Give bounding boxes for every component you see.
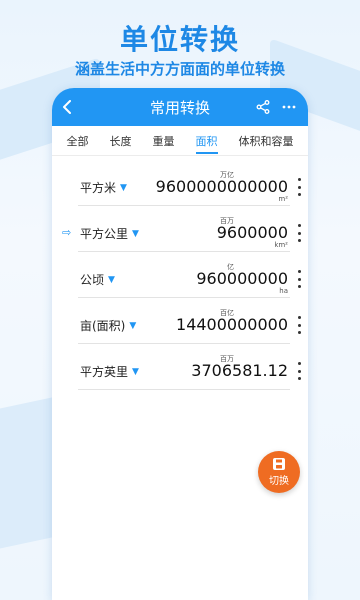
- phone-frame: 常用转换 全部 长度 重量 面积 体积和容量 平方米 ▼ 万亿 96000000…: [52, 88, 308, 600]
- more-horizontal-icon: [282, 105, 296, 109]
- chevron-left-icon: [63, 100, 71, 114]
- row-more-button[interactable]: [294, 178, 304, 196]
- unit-selector[interactable]: 平方英里 ▼: [80, 363, 139, 380]
- unit-label: 亩(面积): [80, 319, 126, 333]
- conversion-row-square-kilometer: ⇨ 平方公里 ▼ 百万 9600000 km²: [62, 206, 301, 252]
- unit-symbol: m²: [278, 195, 288, 203]
- fab-label: 切换: [269, 476, 289, 487]
- caret-down-icon: ▼: [129, 320, 137, 331]
- tab-volume[interactable]: 体积和容量: [237, 127, 296, 155]
- tab-length[interactable]: 长度: [108, 127, 134, 155]
- unit-symbol: ha: [279, 287, 288, 295]
- unit-selector[interactable]: 平方公里 ▼: [80, 225, 139, 242]
- tab-all[interactable]: 全部: [65, 127, 91, 155]
- back-button[interactable]: [52, 88, 82, 126]
- unit-selector[interactable]: 公顷 ▼: [80, 271, 115, 288]
- row-more-button[interactable]: [294, 362, 304, 380]
- unit-label: 平方公里: [80, 227, 129, 241]
- more-vertical-icon: [297, 362, 301, 365]
- more-vertical-icon: [297, 316, 301, 319]
- row-more-button[interactable]: [294, 316, 304, 334]
- value-input[interactable]: 3706581.12: [191, 361, 288, 380]
- more-vertical-icon: [297, 224, 301, 227]
- share-icon: [256, 100, 270, 114]
- tab-weight[interactable]: 重量: [151, 127, 177, 155]
- save-disk-icon: [273, 458, 285, 470]
- caret-down-icon: ▼: [120, 182, 127, 193]
- conversion-row-hectare: 公顷 ▼ 亿 960000000 ha: [78, 252, 301, 298]
- value-input[interactable]: 9600000: [217, 223, 288, 242]
- unit-symbol: km²: [274, 241, 288, 249]
- caret-down-icon: ▼: [108, 274, 115, 285]
- unit-label: 平方米: [80, 181, 117, 195]
- pointer-arrow-icon: ⇨: [62, 226, 72, 239]
- tab-area[interactable]: 面积: [194, 127, 220, 155]
- unit-selector[interactable]: 平方米 ▼: [80, 179, 127, 196]
- value-input[interactable]: 14400000000: [176, 315, 288, 334]
- more-vertical-icon: [297, 270, 301, 273]
- category-tabs: 全部 长度 重量 面积 体积和容量: [52, 126, 308, 156]
- conversion-row-mu: 亩(面积) ▼ 百亿 14400000000: [78, 298, 301, 344]
- switch-fab-button[interactable]: 切换: [258, 451, 300, 493]
- conversion-row-square-mile: 平方英里 ▼ 百万 3706581.12: [78, 344, 301, 390]
- share-button[interactable]: [254, 98, 272, 116]
- unit-selector[interactable]: 亩(面积) ▼: [80, 317, 136, 334]
- row-more-button[interactable]: [294, 224, 304, 242]
- value-input[interactable]: 960000000: [196, 269, 288, 288]
- value-input[interactable]: 9600000000000: [156, 177, 288, 196]
- row-more-button[interactable]: [294, 270, 304, 288]
- more-button[interactable]: [280, 98, 298, 116]
- hero-title: 单位转换: [119, 23, 240, 56]
- caret-down-icon: ▼: [132, 228, 139, 239]
- app-bar: 常用转换: [52, 88, 308, 126]
- caret-down-icon: ▼: [132, 366, 139, 377]
- unit-label: 公顷: [80, 273, 105, 287]
- more-vertical-icon: [297, 178, 301, 181]
- conversion-row-square-meter: 平方米 ▼ 万亿 9600000000000 m²: [78, 160, 301, 206]
- hero-subtitle: 涵盖生活中方方面面的单位转换: [74, 60, 285, 78]
- conversion-list: 平方米 ▼ 万亿 9600000000000 m² ⇨ 平方公里 ▼ 百万 96…: [52, 156, 308, 390]
- unit-label: 平方英里: [80, 365, 129, 379]
